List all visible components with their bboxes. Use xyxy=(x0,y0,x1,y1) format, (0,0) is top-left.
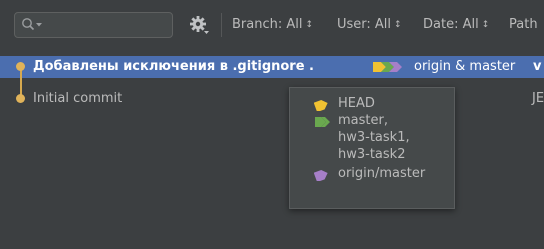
git-log-window: Branch: All ↕ User: All ↕ Date: All ↕ Path … xyxy=(0,0,544,249)
date-filter[interactable]: Date: All ↕ xyxy=(423,15,489,35)
commit-log-list: Добавлены исключения в .gitignore . orig… xyxy=(0,56,544,249)
path-filter-label: Path xyxy=(509,17,538,32)
branch-filter-label: Branch: All xyxy=(232,17,303,32)
ref-name-head: HEAD xyxy=(338,96,375,111)
yellow-tag-icon xyxy=(313,97,332,113)
toolbar-divider xyxy=(221,13,222,37)
search-input[interactable] xyxy=(14,12,173,38)
green-tag-icon xyxy=(314,114,332,128)
commit-refs: origin & master xyxy=(414,59,516,74)
branch-filter[interactable]: Branch: All ↕ xyxy=(232,15,313,35)
commit-row[interactable]: Добавлены исключения в .gitignore . orig… xyxy=(0,56,544,78)
dropdown-arrows-icon: ↕ xyxy=(305,20,314,30)
purple-tag-icon xyxy=(313,167,332,183)
search-icon[interactable] xyxy=(21,17,45,33)
settings-gear-icon[interactable] xyxy=(188,14,210,36)
ref-name-hw3-task2: hw3-task2 xyxy=(338,147,406,162)
branch-tags-icon xyxy=(371,59,411,75)
commit-author: JE xyxy=(532,91,544,106)
commit-message: Initial commit xyxy=(33,91,123,106)
commit-graph-node xyxy=(16,62,25,71)
commit-row[interactable]: Initial commit JE xyxy=(0,88,544,110)
commit-message: Добавлены исключения в .gitignore . xyxy=(33,59,314,74)
user-filter[interactable]: User: All ↕ xyxy=(337,15,402,35)
ref-name-hw3-task1: hw3-task1, xyxy=(338,130,410,145)
commit-graph-node xyxy=(16,94,25,103)
path-filter[interactable]: Path xyxy=(509,15,538,35)
refs-tooltip: HEAD master, hw3-task1, hw3-task2 origin… xyxy=(289,87,455,209)
date-filter-label: Date: All xyxy=(423,17,479,32)
log-toolbar: Branch: All ↕ User: All ↕ Date: All ↕ Path xyxy=(0,0,544,50)
dropdown-arrows-icon: ↕ xyxy=(394,20,402,30)
ref-name-origin-master: origin/master xyxy=(338,166,426,181)
dropdown-arrows-icon: ↕ xyxy=(481,20,490,30)
user-filter-label: User: All xyxy=(337,17,392,32)
commit-author: v xyxy=(533,59,542,74)
ref-name-master: master, xyxy=(338,113,388,128)
